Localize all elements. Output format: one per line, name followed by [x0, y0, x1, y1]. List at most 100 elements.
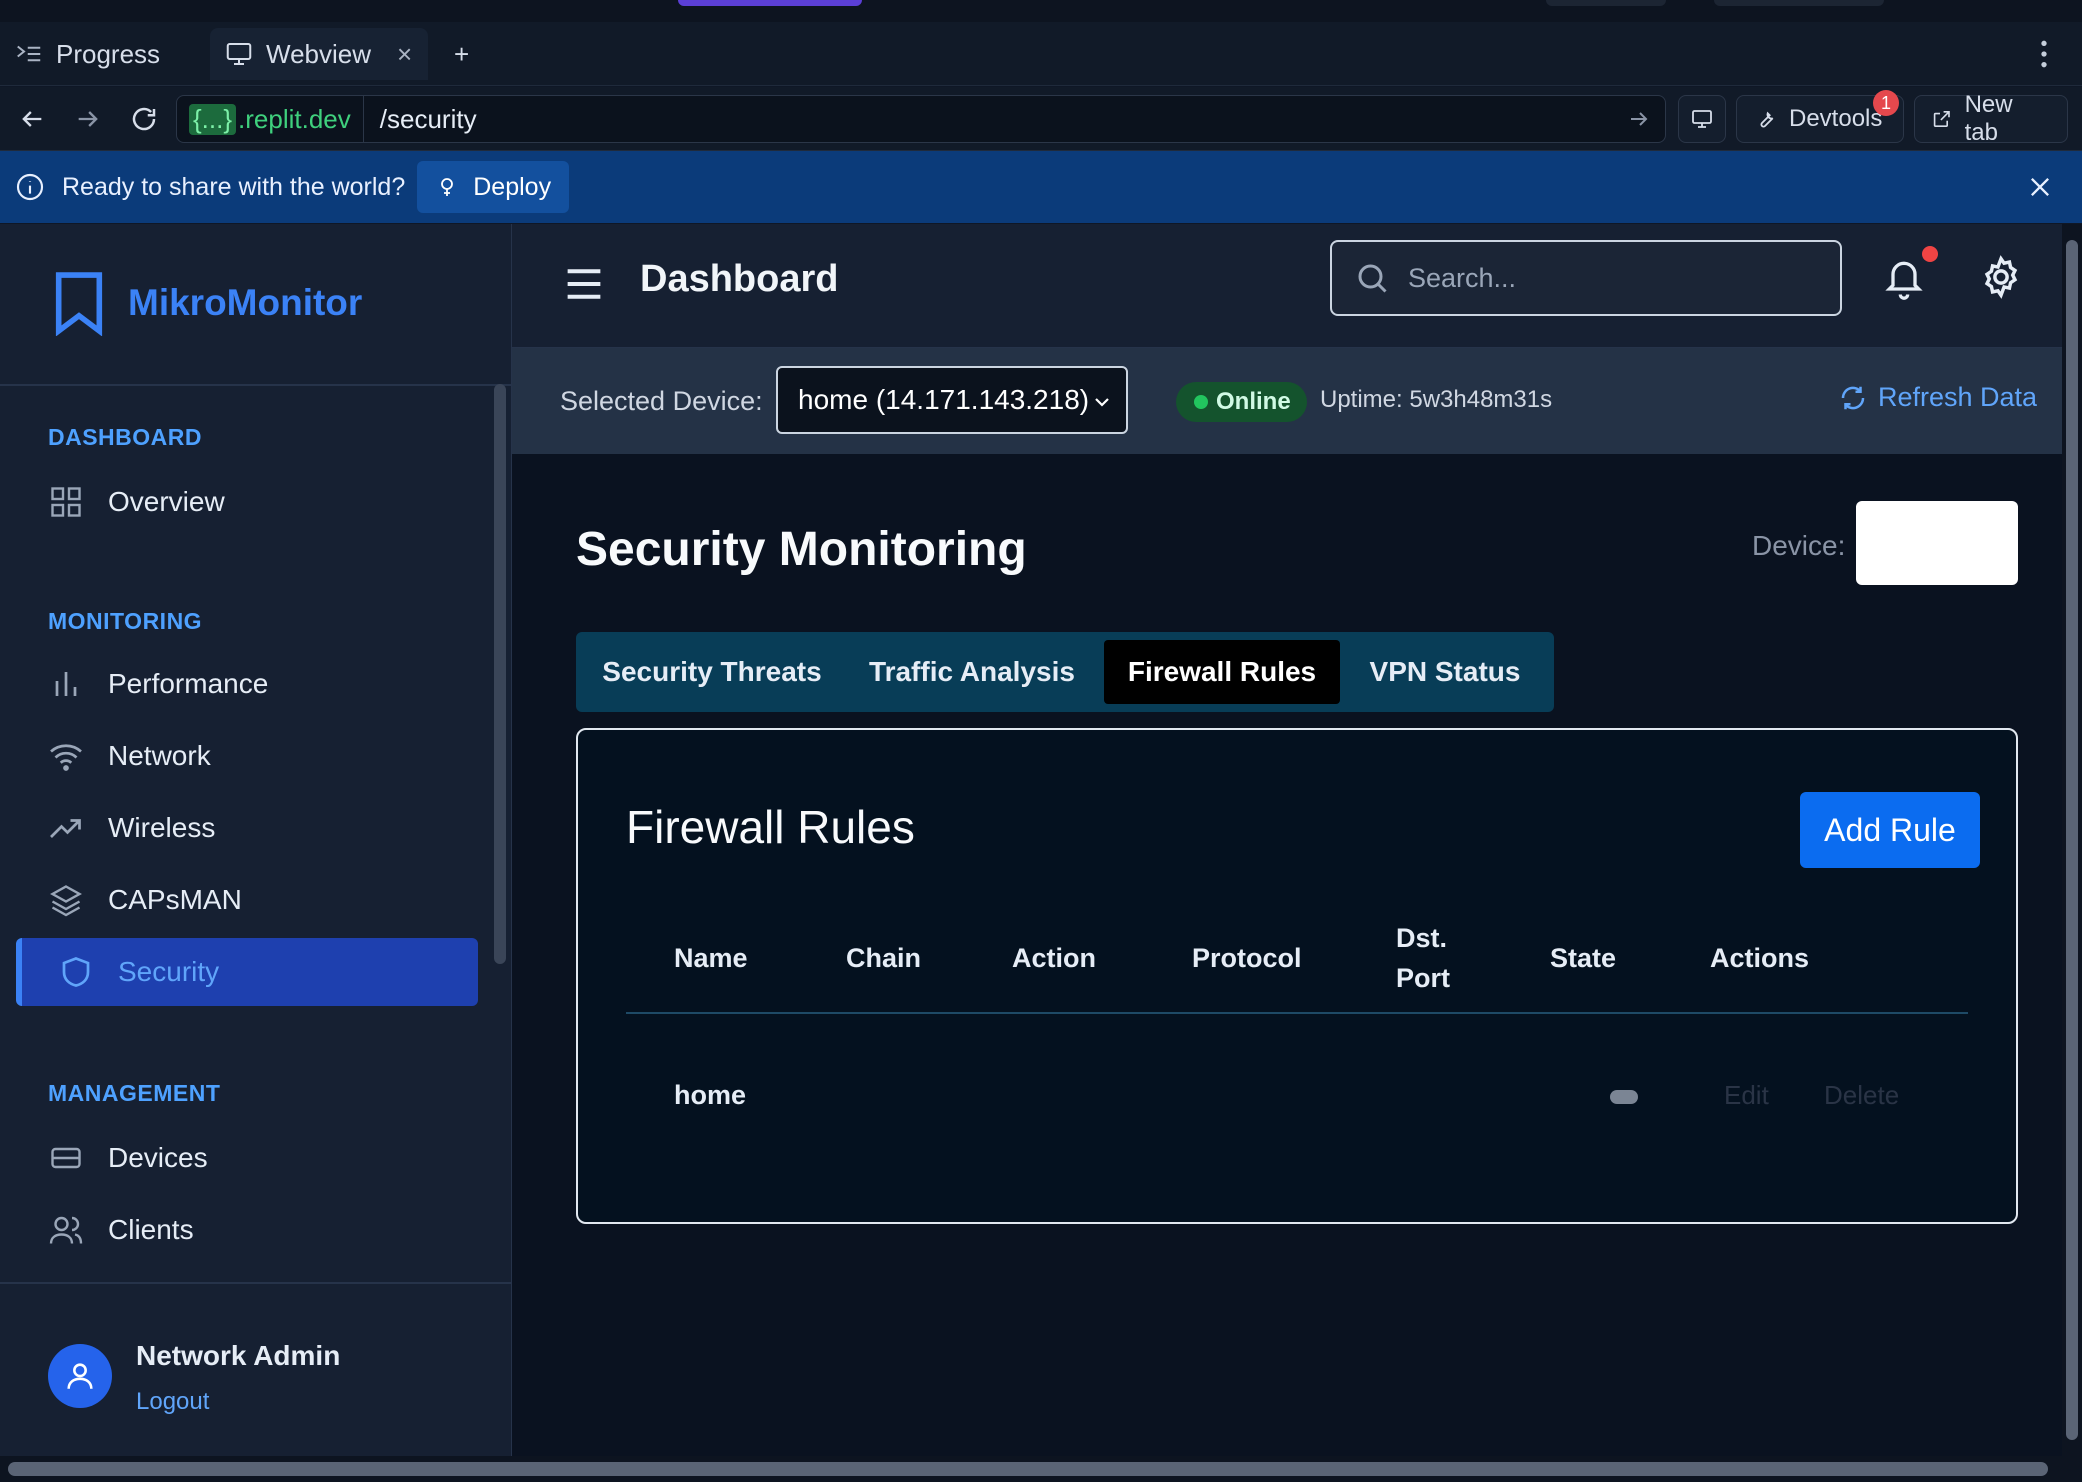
deploy-icon	[441, 178, 454, 196]
status-text: Online	[1216, 388, 1291, 415]
arrow-right-icon	[78, 111, 98, 127]
info-icon	[16, 173, 44, 201]
sidebar-divider	[0, 384, 512, 386]
sidebar-item-network[interactable]: Network	[16, 722, 478, 790]
kebab-menu-icon[interactable]	[2036, 38, 2052, 70]
scrollbar-thumb[interactable]	[2066, 240, 2078, 1440]
device-bar: Selected Device: home (14.171.143.218) O…	[512, 348, 2062, 454]
column-header-name: Name	[674, 943, 748, 973]
users-icon	[49, 1216, 83, 1244]
tab-vpn-status[interactable]: VPN Status	[1346, 640, 1544, 704]
device-filter-select[interactable]	[1856, 501, 2018, 585]
window-indicator	[1714, 0, 1884, 6]
banner-text: Ready to share with the world?	[62, 172, 406, 201]
tab-security-threats[interactable]: Security Threats	[592, 640, 832, 704]
search-input[interactable]	[1408, 262, 1808, 294]
url-host: {...} .replit.dev	[177, 96, 364, 142]
tab-label: Progress	[56, 38, 161, 69]
go-arrow-icon[interactable]	[1627, 107, 1651, 131]
devtools-button[interactable]: Devtools 1	[1736, 90, 1904, 143]
notification-dot	[1922, 246, 1938, 262]
screen-button[interactable]	[1678, 95, 1726, 143]
delete-button[interactable]: Delete	[1824, 1080, 1899, 1111]
brand[interactable]: MikroMonitor	[48, 270, 362, 336]
sidebar-item-label: Overview	[108, 486, 225, 517]
new-tab-open-button[interactable]: New tab	[1914, 91, 2068, 146]
security-tabs: Security Threats Traffic Analysis Firewa…	[576, 632, 1554, 712]
section-heading-monitoring: MONITORING	[48, 608, 203, 634]
search-icon	[1358, 264, 1387, 293]
device-select[interactable]: home (14.171.143.218)	[776, 366, 1128, 434]
column-header-dst-port-line1: Dst.	[1396, 923, 1448, 953]
scrollbar-thumb[interactable]	[8, 1462, 2048, 1476]
avatar[interactable]	[48, 1344, 112, 1408]
deploy-banner: Ready to share with the world? Deploy	[0, 151, 2082, 223]
close-banner-icon[interactable]	[2026, 173, 2054, 201]
url-host-braces: {...}	[189, 103, 237, 135]
brand-name: MikroMonitor	[128, 282, 363, 323]
page-title: Dashboard	[640, 258, 839, 300]
tab-webview[interactable]: Webview ×	[210, 28, 428, 80]
logout-link[interactable]: Logout	[136, 1388, 209, 1416]
devtools-label: Devtools	[1789, 105, 1883, 132]
progress-icon	[17, 45, 41, 62]
sidebar-item-overview[interactable]: Overview	[16, 468, 478, 536]
forward-button[interactable]	[70, 101, 106, 137]
column-header-dst-port-line2: Port	[1396, 963, 1450, 993]
sidebar-item-label: Clients	[108, 1214, 194, 1245]
tab-traffic-analysis[interactable]: Traffic Analysis	[846, 640, 1098, 704]
sidebar-item-label: Performance	[108, 668, 269, 699]
window-indicator	[1546, 0, 1666, 6]
column-header-action: Action	[1012, 943, 1096, 973]
window-top-strip	[0, 0, 2082, 22]
close-tab-icon[interactable]: ×	[397, 39, 412, 70]
top-header: Dashboard	[512, 224, 2062, 348]
new-tab-label: New tab	[1964, 91, 2013, 146]
refresh-data-button[interactable]: Refresh Data	[1838, 382, 2037, 413]
bell-icon[interactable]	[1882, 254, 1926, 302]
state-toggle[interactable]	[1610, 1090, 1638, 1104]
wifi-icon	[50, 744, 82, 771]
sidebar-item-capsman[interactable]: CAPsMAN	[16, 866, 478, 934]
sidebar-divider	[0, 1282, 512, 1284]
bar-chart-icon	[55, 672, 77, 696]
column-header-chain: Chain	[846, 943, 922, 973]
user-name: Network Admin	[136, 1340, 341, 1371]
reload-icon	[132, 107, 156, 131]
cell-name: home	[674, 1080, 747, 1110]
window-indicator	[678, 0, 862, 6]
back-button[interactable]	[14, 101, 50, 137]
device-select-value: home (14.171.143.218)	[798, 384, 1090, 415]
gear-icon[interactable]	[1978, 254, 2024, 300]
url-path: /security	[379, 103, 477, 134]
device-filter-label: Device:	[1752, 530, 1846, 561]
menu-toggle-icon[interactable]	[562, 264, 606, 304]
main-content: Security Monitoring Device: Security Thr…	[512, 454, 2062, 1456]
sidebar-item-devices[interactable]: Devices	[16, 1124, 478, 1192]
monitor-icon	[226, 43, 252, 65]
edit-button[interactable]: Edit	[1724, 1080, 1769, 1111]
deploy-button[interactable]: Deploy	[417, 161, 570, 213]
column-header-protocol: Protocol	[1192, 943, 1302, 973]
tab-progress[interactable]: Progress	[0, 28, 206, 80]
column-header-state: State	[1550, 943, 1617, 973]
column-header-dst-port: Dst. Port	[1396, 918, 1450, 998]
section-title: Security Monitoring	[576, 523, 1027, 576]
reload-button[interactable]	[126, 101, 162, 137]
sidebar-item-performance[interactable]: Performance	[16, 650, 478, 718]
url-field[interactable]: {...} .replit.dev /security	[176, 95, 1666, 143]
sidebar-item-security[interactable]: Security	[16, 938, 478, 1006]
browser-url-bar: {...} .replit.dev /security Devtools 1 N…	[0, 87, 2082, 151]
url-host-domain: .replit.dev	[238, 103, 351, 134]
sidebar-scrollbar[interactable]	[494, 384, 506, 964]
tab-firewall-rules[interactable]: Firewall Rules	[1104, 640, 1340, 704]
new-tab-button[interactable]: +	[440, 28, 476, 80]
sidebar-item-wireless[interactable]: Wireless	[16, 794, 478, 862]
add-rule-button[interactable]: Add Rule	[1800, 792, 1980, 868]
sidebar-item-clients[interactable]: Clients	[16, 1196, 478, 1264]
search-box[interactable]	[1330, 240, 1842, 316]
page-horizontal-scrollbar[interactable]	[0, 1456, 2082, 1482]
sidebar: MikroMonitor DASHBOARD Overview MONITORI…	[0, 224, 512, 1456]
server-icon	[51, 1147, 81, 1169]
page-vertical-scrollbar[interactable]	[2062, 224, 2082, 1456]
